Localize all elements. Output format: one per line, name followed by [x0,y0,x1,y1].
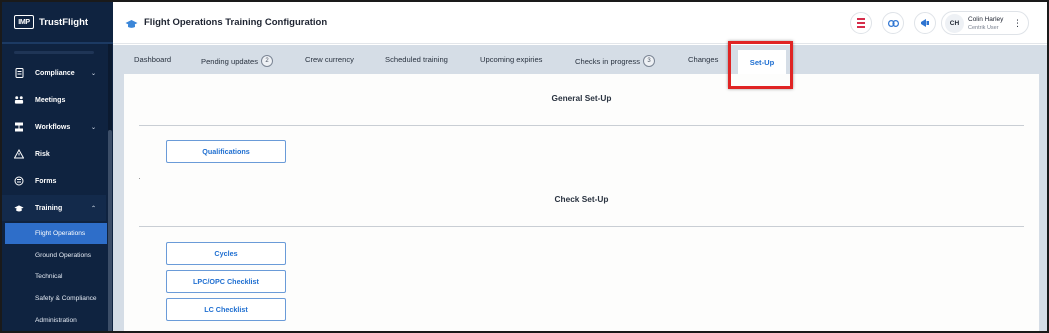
graduation-cap-icon [125,16,138,34]
link-icon [887,19,899,27]
sidebar-subitem-flight-operations[interactable]: Flight Operations [5,223,107,244]
logo-text: TrustFlight [39,16,89,28]
tab-label: Changes [688,55,719,64]
tab-dashboard[interactable]: Dashboard [134,55,171,64]
sidebar-subitem-safety-compliance[interactable]: Safety & Compliance [2,288,106,309]
main-content: General Set-Up Qualifications Check Set-… [113,74,1047,331]
check-setup-title: Check Set-Up [554,194,609,204]
chevron-down-icon: ⌄ [90,70,96,77]
tab-bar: Dashboard Pending updates 2 Crew currenc… [113,45,1047,74]
tab-label: Upcoming expiries [480,55,543,64]
sidebar-item-label: Training [35,204,63,212]
graduation-cap-icon [14,203,24,213]
megaphone-icon [921,19,929,27]
count-badge: 3 [643,55,655,67]
sidebar-item-workflows[interactable]: Workflows ⌄ [2,114,106,140]
tab-label: Dashboard [134,55,172,64]
list-icon [857,18,865,28]
sidebar-item-training[interactable]: Training ⌃ [2,195,106,221]
sidebar-item-label: Compliance [35,69,75,77]
sidebar-item-label: Risk [35,150,50,158]
workflows-icon [14,122,24,132]
avatar: CH [945,14,964,33]
sidebar-item-risk[interactable]: Risk [2,141,106,167]
announcements-button[interactable] [914,12,936,34]
list-icon-button[interactable] [850,12,872,34]
tab-scheduled-training[interactable]: Scheduled training [385,55,448,64]
sidebar-item-meetings[interactable]: Meetings [2,87,106,113]
stray-dot [139,178,140,179]
general-setup-title: General Set-Up [551,93,612,103]
sidebar-fade [14,51,94,54]
user-name: Colin Harley [968,16,1004,23]
risk-icon [14,149,24,159]
meetings-icon [14,95,24,105]
sidebar-divider [2,42,113,44]
qualifications-button[interactable]: Qualifications [166,140,286,163]
tab-checks-in-progress[interactable]: Checks in progress 3 [575,55,655,67]
tab-pending-updates[interactable]: Pending updates 2 [201,55,274,67]
sidebar-scrollbar-thumb[interactable] [108,130,112,331]
tab-changes[interactable]: Changes [688,55,718,64]
tab-upcoming-expiries[interactable]: Upcoming expiries [480,55,542,64]
app-window: IMP TrustFlight Compliance ⌄ Meetings Wo… [0,0,1049,333]
tab-crew-currency[interactable]: Crew currency [305,55,354,64]
kebab-menu-icon[interactable]: ⋮ [1013,17,1022,29]
section-divider [139,125,1024,126]
sidebar-subitem-administration[interactable]: Administration [2,310,106,331]
tab-label: Set-Up [749,57,775,67]
lpc-opc-checklist-button[interactable]: LPC/OPC Checklist [166,270,286,293]
sidebar-item-forms[interactable]: Forms [2,168,106,194]
sidebar: IMP TrustFlight Compliance ⌄ Meetings Wo… [2,2,113,331]
section-divider [139,226,1024,227]
setup-panel: General Set-Up Qualifications Check Set-… [124,74,1039,331]
sidebar-item-compliance[interactable]: Compliance ⌄ [2,60,106,86]
user-menu[interactable]: CH Colin Harley Centrik User ⋮ [941,11,1029,35]
forms-icon [14,176,24,186]
page-title: Flight Operations Training Configuration [144,17,328,28]
user-role: Centrik User [968,25,999,31]
sidebar-item-label: Meetings [35,96,66,104]
compliance-icon [14,68,24,78]
cycles-button[interactable]: Cycles [166,242,286,265]
tab-set-up[interactable]: Set-Up [738,50,786,74]
tab-label: Crew currency [305,55,354,64]
chevron-down-icon: ⌄ [90,124,96,131]
tab-label: Scheduled training [385,55,448,64]
chevron-up-icon: ⌃ [90,205,96,212]
tab-label: Checks in progress [575,56,640,66]
link-button[interactable] [882,12,904,34]
page-header: Flight Operations Training Configuration… [113,2,1047,44]
sidebar-item-label: Workflows [35,123,71,131]
logo: IMP TrustFlight [14,15,88,29]
tab-label: Pending updates [201,56,259,66]
logo-mark: IMP [14,15,34,29]
sidebar-subitem-ground-operations[interactable]: Ground Operations [2,245,106,266]
lc-checklist-button[interactable]: LC Checklist [166,298,286,321]
count-badge: 2 [261,55,274,67]
sidebar-item-label: Forms [35,177,57,185]
sidebar-subitem-technical[interactable]: Technical [2,266,106,287]
